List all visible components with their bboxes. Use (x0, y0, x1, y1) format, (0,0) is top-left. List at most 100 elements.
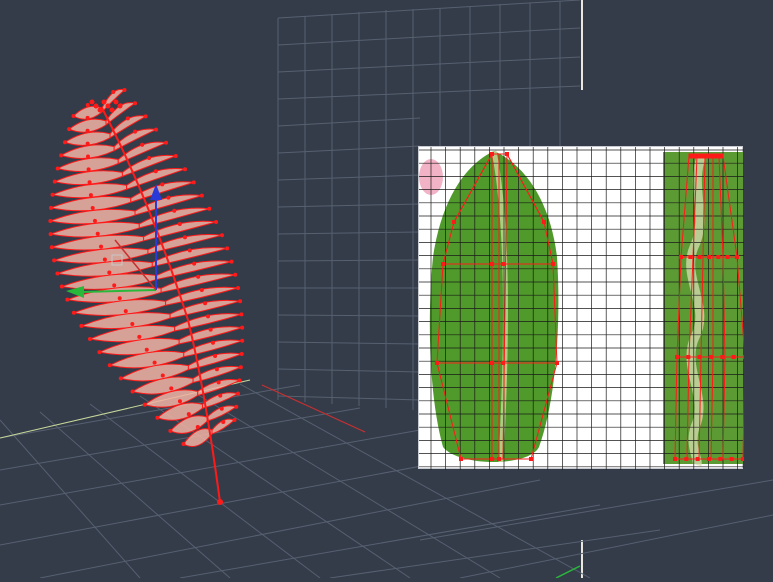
strip-vertex[interactable] (707, 255, 711, 259)
leaflet-vertex (87, 337, 92, 342)
tip-vertex (105, 103, 111, 109)
leaflet-vertex (55, 166, 60, 171)
leaflet-vertex (208, 327, 213, 332)
leaflet-vertex (86, 167, 91, 172)
leaflet-vertex (85, 141, 90, 146)
fern-leaflet (48, 208, 136, 225)
leaflet-vertex (214, 367, 219, 372)
leaflet-vertex (118, 376, 123, 381)
leaflet-vertex (195, 425, 200, 429)
strip-vertex[interactable] (741, 457, 744, 461)
leaflet-vertex (199, 193, 204, 198)
leaflet-vertex (49, 245, 54, 250)
strip-vertex[interactable] (686, 355, 691, 359)
leaflet-vertex (153, 127, 158, 132)
leaflet-vertex (59, 284, 64, 289)
leaflet-vertex (236, 391, 241, 396)
leaflet-vertex (130, 389, 135, 394)
leaflet-vertex (65, 297, 70, 302)
leaflet-vertex (122, 88, 127, 92)
leaflet-vertex (79, 323, 84, 328)
leaflet-vertex (49, 205, 54, 210)
leaflet-vertex (203, 301, 208, 306)
strip-vertex[interactable] (707, 457, 711, 461)
leaflet-vertex (238, 299, 243, 304)
leaflet-vertex (238, 365, 243, 370)
leaflet-vertex (123, 309, 128, 314)
leaf-texture (429, 151, 559, 462)
leaflet-vertex (144, 347, 149, 352)
leaflet-vertex (88, 193, 93, 198)
strip-vertex[interactable] (731, 355, 736, 359)
leaflet-vertex (237, 378, 242, 383)
leaflet-vertex (213, 354, 218, 358)
leaflet-vertex (67, 127, 72, 132)
strip-vertex[interactable] (735, 255, 739, 259)
leaflet-vertex (48, 218, 53, 223)
leaflet-vertex (218, 393, 223, 398)
tip-vertex (89, 99, 95, 105)
tip-vertex (109, 107, 115, 113)
leaflet-vertex (192, 261, 197, 266)
strip-vertex[interactable] (720, 355, 725, 359)
leaflet-vertex (186, 412, 191, 417)
leaflet-vertex (147, 156, 152, 160)
leaflet-vertex (155, 415, 160, 420)
leaflet-vertex (221, 420, 226, 424)
strip-vertex[interactable] (743, 355, 744, 359)
leaflet-vertex (216, 380, 221, 385)
leaflet-vertex (143, 114, 148, 119)
leaflet-vertex (173, 154, 178, 158)
strip-vertex[interactable] (697, 255, 702, 259)
strip-vertex[interactable] (679, 255, 683, 259)
leaflet-vertex (233, 272, 238, 277)
leaflet-vertex (177, 222, 182, 226)
strip-vertex[interactable] (695, 457, 700, 461)
leaflet-vertex (111, 90, 116, 94)
leaflet-vertex (50, 192, 55, 197)
green-axis-fragment (555, 565, 581, 579)
leaflet-vertex (153, 169, 158, 174)
leaflet-vertex (87, 180, 92, 185)
leaflet-vertex (85, 128, 90, 133)
leaflet-vertex (164, 140, 169, 145)
strip-vertex[interactable] (673, 457, 677, 461)
leaflet-vertex (210, 340, 215, 345)
strip-vertex[interactable] (716, 255, 721, 259)
leaflet-vertex (206, 314, 211, 319)
strip-vertex[interactable] (688, 255, 693, 259)
strip-vertex[interactable] (725, 255, 730, 259)
leaflet-vertex (71, 114, 76, 118)
leaflet-vertex (95, 231, 100, 236)
leaflet-vertex (234, 404, 239, 409)
strip-vertex[interactable] (697, 355, 702, 359)
leaflet-vertex (97, 350, 102, 355)
strip-vertex[interactable] (709, 355, 713, 359)
fern-leaflet (48, 221, 140, 238)
leaflet-vertex (85, 103, 90, 107)
tip-vertex (93, 103, 99, 109)
strip-vertex[interactable] (729, 457, 734, 461)
leaflet-vertex (240, 325, 245, 330)
leaflet-vertex (125, 116, 130, 121)
leaflet-vertex (48, 232, 53, 237)
fern-frond-mesh[interactable] (48, 88, 245, 505)
leaflet-vertex (166, 195, 171, 200)
strip-vertex[interactable] (675, 355, 679, 359)
leaflet-vertex (142, 402, 147, 407)
strip-vertex[interactable] (718, 457, 723, 461)
leaflet-vertex (71, 310, 76, 315)
leaflet-vertex (196, 274, 201, 279)
leaflet-vertex (55, 271, 60, 276)
leaflet-vertex (239, 312, 244, 317)
leaflet-vertex (90, 206, 95, 211)
leaflet-vertex (137, 334, 142, 339)
uv-editor-panel[interactable] (418, 146, 744, 470)
leaflet-vertex (183, 167, 188, 172)
leaflet-vertex (191, 180, 196, 185)
leaflet-vertex (177, 399, 182, 404)
leaflet-vertex (225, 246, 230, 251)
strip-vertex[interactable] (684, 457, 689, 461)
leaflet-vertex (85, 115, 90, 120)
tip-vertex (113, 99, 119, 105)
